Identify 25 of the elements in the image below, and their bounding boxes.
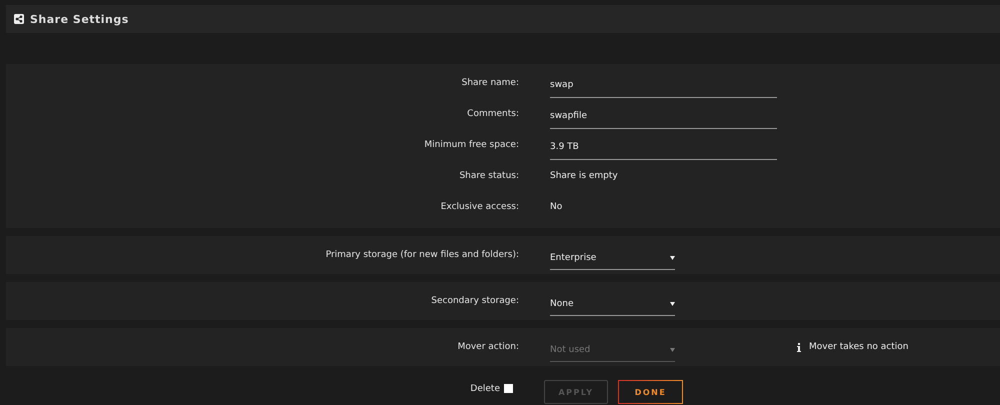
field-value: No: [550, 202, 564, 212]
field-label: Exclusive access:: [440, 202, 519, 212]
text-field[interactable]: 3.9 TB: [550, 135, 777, 160]
info-icon: [797, 342, 801, 352]
delete-checkbox[interactable]: [504, 384, 513, 393]
field-value: Share is empty: [550, 170, 619, 180]
field-label: Mover action:: [458, 342, 519, 352]
text-field[interactable]: swapfile: [550, 104, 777, 129]
share-icon: [14, 14, 24, 24]
caret-icon: [670, 302, 675, 306]
dropdown[interactable]: None: [550, 292, 675, 316]
info-note: Mover takes no action: [809, 342, 908, 352]
field-label: Minimum free space:: [424, 140, 519, 150]
delete-label: Delete: [470, 384, 500, 394]
field-label: Comments:: [467, 108, 519, 118]
field-label: Primary storage (for new files and folders):: [326, 250, 519, 260]
dropdown[interactable]: Enterprise: [550, 246, 675, 270]
text-field[interactable]: swap: [550, 73, 777, 98]
caret-icon: [670, 256, 675, 260]
done-button[interactable]: DONE: [618, 380, 683, 404]
field-label: Share status:: [459, 170, 519, 180]
field-label: Share name:: [462, 78, 519, 88]
panel-title: Share Settings: [30, 12, 129, 26]
caret-icon: [670, 348, 675, 352]
field-label: Secondary storage:: [431, 296, 519, 306]
